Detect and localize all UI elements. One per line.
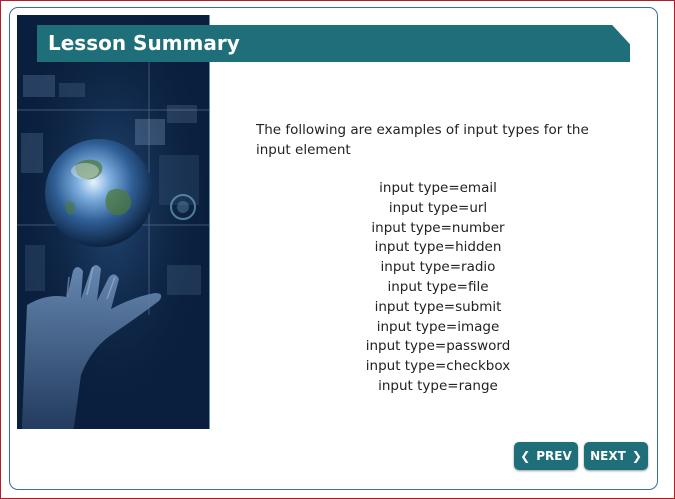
list-item: input type=radio xyxy=(380,259,496,276)
globe-in-hand-illustration xyxy=(17,15,209,429)
list-item: input type=file xyxy=(387,278,489,295)
chevron-right-icon: ❯ xyxy=(631,449,642,463)
list-item: input type=password xyxy=(365,338,511,355)
chevron-left-icon: ❮ xyxy=(520,449,531,463)
input-type-list: input type=email input type=url input ty… xyxy=(338,179,538,397)
list-item: input type=number xyxy=(371,219,505,236)
prev-button-label: PREV xyxy=(536,449,572,463)
list-item: input type=range xyxy=(378,377,498,394)
list-item: input type=url xyxy=(388,199,488,216)
list-item: input type=checkbox xyxy=(365,358,511,375)
hero-image xyxy=(17,15,210,429)
next-button-label: NEXT xyxy=(590,449,626,463)
list-item: input type=hidden xyxy=(374,239,502,256)
title-banner: Lesson Summary xyxy=(37,25,630,62)
next-button[interactable]: NEXT ❯ xyxy=(584,442,648,470)
page-title: Lesson Summary xyxy=(48,31,240,55)
list-item: input type=submit xyxy=(374,298,502,315)
list-item: input type=image xyxy=(376,318,500,335)
intro-text: The following are examples of input type… xyxy=(256,122,589,158)
list-item: input type=email xyxy=(379,180,497,196)
prev-button[interactable]: ❮ PREV xyxy=(514,442,578,470)
